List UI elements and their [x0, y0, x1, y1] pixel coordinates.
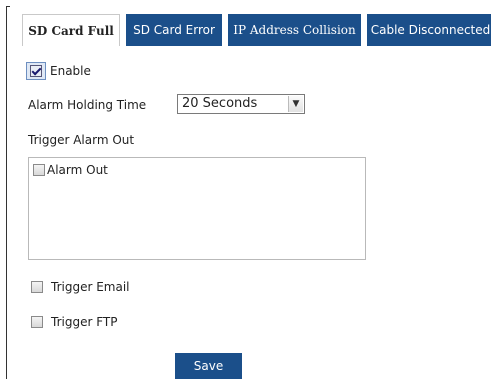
alarm-out-list: Alarm Out	[28, 157, 366, 260]
trigger-ftp-checkbox[interactable]	[31, 316, 43, 328]
alarm-out-label: Alarm Out	[47, 163, 108, 177]
tab-cable-disconnected[interactable]: Cable Disconnected	[367, 14, 491, 46]
tab-label: SD Card Error	[133, 23, 215, 37]
tab-label: IP Address Collision	[233, 23, 356, 37]
alarm-tab-bar: SD Card Full SD Card Error IP Address Co…	[22, 14, 491, 46]
alarm-out-checkbox[interactable]	[33, 164, 45, 176]
alarm-holding-time-label: Alarm Holding Time	[28, 98, 147, 112]
tab-sd-card-full[interactable]: SD Card Full	[22, 14, 120, 46]
save-button[interactable]: Save	[175, 353, 242, 379]
tab-label: SD Card Full	[28, 23, 114, 38]
alarm-holding-time-value: 20 Seconds	[182, 96, 258, 111]
enable-label: Enable	[50, 64, 91, 78]
tab-sd-card-error[interactable]: SD Card Error	[126, 14, 222, 46]
tab-ip-address-collision[interactable]: IP Address Collision	[228, 14, 361, 46]
chevron-down-icon: ▼	[288, 96, 303, 112]
alarm-holding-time-select[interactable]: 20 Seconds ▼	[177, 94, 305, 114]
trigger-alarm-out-label: Trigger Alarm Out	[28, 133, 135, 147]
enable-checkbox[interactable]	[30, 65, 42, 77]
trigger-ftp-label: Trigger FTP	[51, 315, 118, 329]
tab-label: Cable Disconnected	[370, 23, 491, 37]
trigger-email-label: Trigger Email	[51, 280, 130, 294]
panel-frame-tick	[6, 6, 10, 7]
panel-frame-edge	[6, 6, 7, 379]
trigger-email-checkbox[interactable]	[31, 281, 43, 293]
